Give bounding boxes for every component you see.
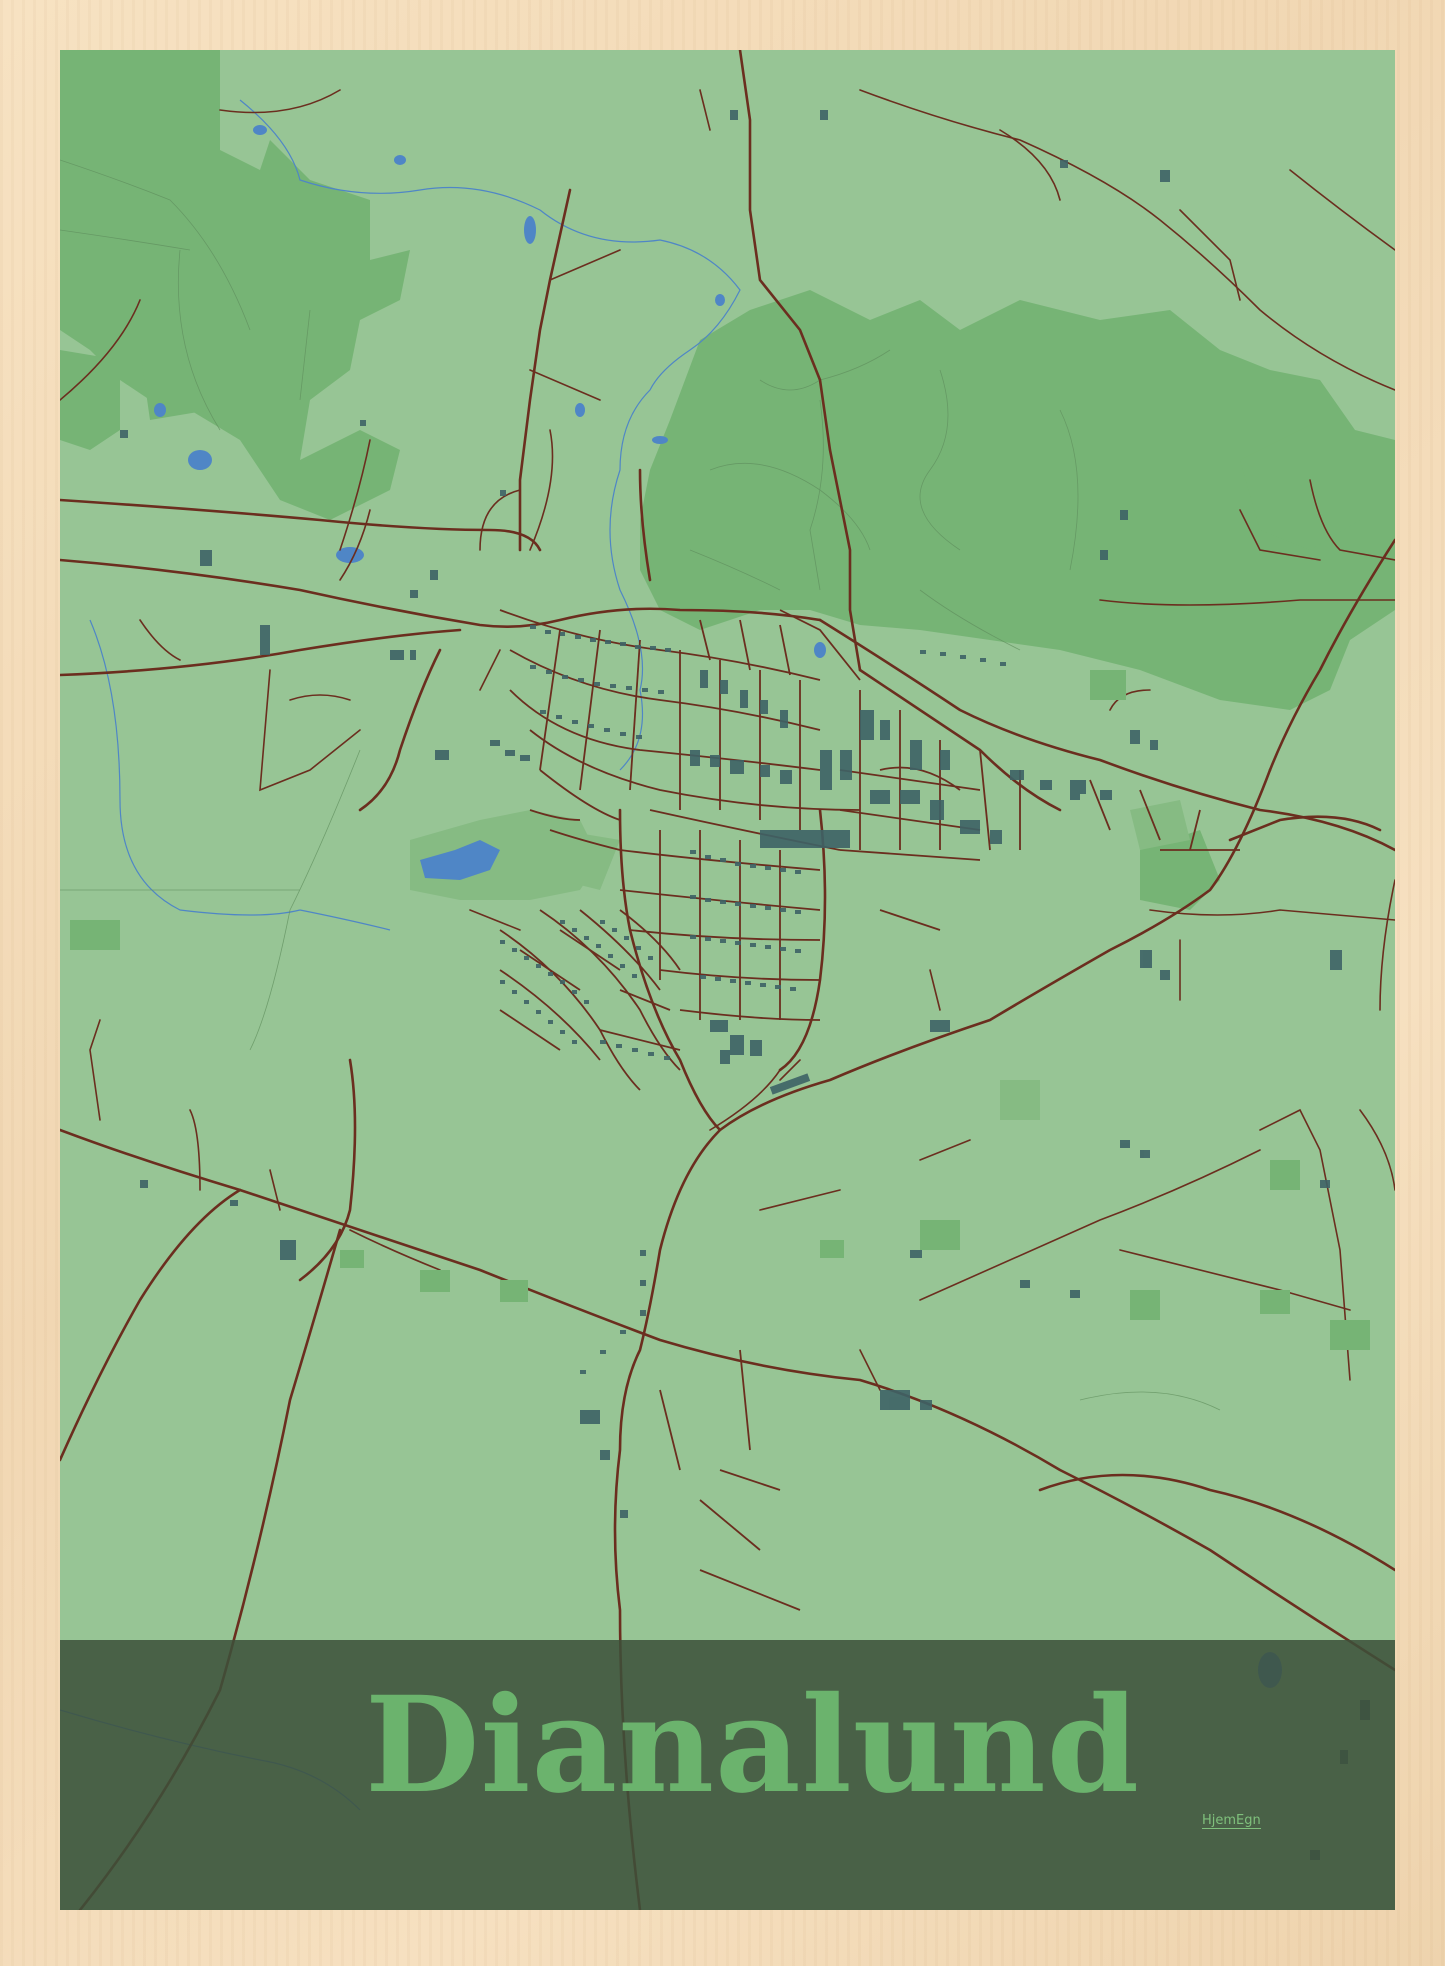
forest-patch-small-1 bbox=[140, 350, 210, 420]
forest-patch-sw bbox=[70, 920, 120, 950]
park-2 bbox=[1000, 1080, 1040, 1120]
map-canvas[interactable]: Dianalund HjemEgn bbox=[60, 50, 1395, 1910]
brand-logo: HjemEgn bbox=[1202, 1813, 1261, 1829]
pond-11 bbox=[253, 125, 267, 135]
pond-9 bbox=[814, 642, 826, 658]
pond-8 bbox=[715, 294, 725, 306]
pond-2 bbox=[154, 403, 166, 417]
map-graphic bbox=[60, 50, 1395, 1910]
poster-frame: Dianalund HjemEgn bbox=[0, 0, 1445, 1966]
pond-3 bbox=[575, 403, 585, 417]
pond-1 bbox=[188, 450, 212, 470]
map-title: Dianalund bbox=[364, 1668, 1141, 1823]
pond-5 bbox=[394, 155, 406, 165]
pond-4 bbox=[524, 216, 536, 244]
forest-patch-west bbox=[60, 350, 120, 450]
pond-7 bbox=[652, 436, 668, 444]
